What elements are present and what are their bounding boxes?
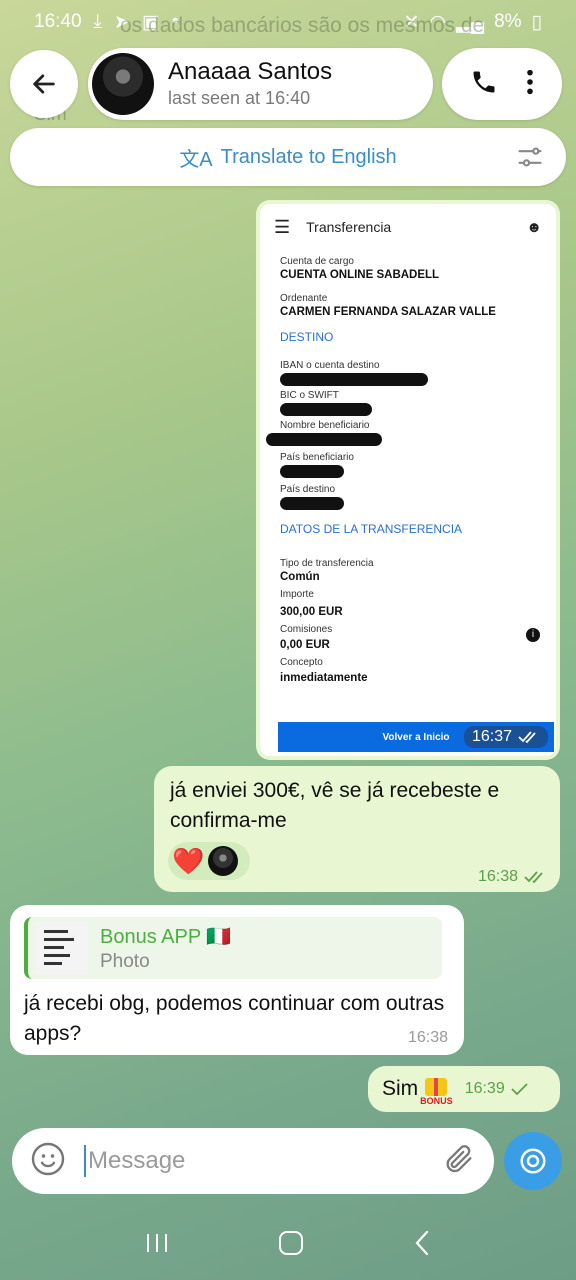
receipt-field-label: Cuenta de cargo [280, 256, 354, 267]
attach-button[interactable] [442, 1142, 476, 1181]
message-timestamp: 16:39 [465, 1080, 529, 1098]
photo-message[interactable]: ☰ Transferencia ☻ Cuenta de cargo CUENTA… [256, 200, 560, 760]
incoming-message[interactable]: Bonus APP 🇮🇹 Photo já recebi obg, podemo… [10, 905, 464, 1055]
outgoing-message[interactable]: Sim BONUS 16:39 [368, 1066, 560, 1112]
receipt-field-label: Tipo de transferencia [280, 558, 374, 569]
receipt-field-value: Común [280, 571, 320, 583]
home-icon [278, 1230, 303, 1255]
header-actions [442, 48, 562, 120]
message-text: Sim [382, 1077, 419, 1100]
redaction-scribble [280, 497, 344, 510]
download-icon: ⤓ [93, 11, 102, 32]
message-text: já enviei 300€, vê se já recebeste e con… [170, 779, 500, 832]
back-chevron-icon [415, 1230, 429, 1255]
message-time-text: 16:38 [477, 868, 518, 885]
message-timestamp: 16:37 [463, 726, 548, 748]
receipt-title: Transferencia [306, 219, 392, 235]
message-timestamp: 16:38 [407, 1029, 448, 1046]
profile-icon: ☻ [526, 218, 542, 236]
receipt-field-label: Nombre beneficiario [280, 420, 370, 431]
more-vertical-icon [526, 69, 533, 94]
camera-icon [520, 1148, 546, 1174]
receipt-field-label: Ordenante [280, 293, 328, 304]
menu-icon: ☰ [274, 216, 291, 237]
home-button[interactable] [277, 1229, 305, 1262]
double-check-icon [518, 731, 536, 744]
receipt-field-value: CARMEN FERNANDA SALAZAR VALLE [280, 306, 496, 318]
bonus-gift-emoji: BONUS [420, 1078, 453, 1106]
back-nav-button[interactable] [412, 1229, 432, 1262]
back-arrow-icon [33, 74, 55, 94]
reply-subtitle: Photo [100, 950, 150, 972]
receipt-field-label: Importe [280, 589, 314, 600]
datos-heading: DATOS DE LA TRANSFERENCIA [280, 522, 463, 536]
reactor-avatar [208, 846, 239, 876]
receipt-field-value: 300,00 EUR [280, 606, 343, 618]
outgoing-message[interactable]: já enviei 300€, vê se já recebeste e con… [154, 766, 560, 892]
translate-label: Translate to English [220, 145, 397, 168]
receipt-field-value: inmediatamente [280, 672, 368, 684]
reply-title: Bonus APP 🇮🇹 [100, 925, 232, 948]
translate-bar[interactable]: 文A Translate to English [10, 128, 566, 186]
redaction-scribble [280, 465, 344, 478]
photo-time-text: 16:37 [471, 728, 512, 745]
call-button[interactable] [470, 68, 498, 101]
paperclip-icon [446, 1144, 472, 1172]
reply-thumbnail [36, 922, 88, 974]
background-message-text: os dados bancários são os mesmos de [120, 14, 485, 37]
transfer-receipt-image[interactable]: ☰ Transferencia ☻ Cuenta de cargo CUENTA… [260, 204, 556, 756]
back-button[interactable] [10, 50, 78, 118]
last-seen-status: last seen at 16:40 [168, 88, 311, 108]
receipt-field-label: Comisiones [280, 624, 333, 635]
battery-icon: ▯ [531, 11, 542, 33]
emoji-icon [31, 1142, 65, 1175]
receipt-field-value: 0,00 EUR [280, 639, 330, 651]
receipt-field-label: IBAN o cuenta destino [280, 360, 380, 371]
translate-icon: 文A [179, 148, 213, 171]
message-input[interactable] [84, 1145, 424, 1177]
more-options-button[interactable] [525, 68, 535, 101]
receipt-field-label: País beneficiario [280, 452, 354, 463]
message-timestamp: 16:38 [478, 868, 548, 886]
message-text: já recebi obg, podemos continuar com out… [24, 992, 445, 1045]
recents-icon [146, 1233, 167, 1252]
camera-button[interactable] [504, 1132, 562, 1190]
single-check-icon [511, 1083, 528, 1096]
chat-header[interactable]: Anaaaa Santos last seen at 16:40 [88, 48, 433, 120]
phone-icon [473, 71, 494, 92]
battery-level: 8% [494, 11, 522, 32]
translate-settings-button[interactable] [516, 143, 544, 176]
destino-heading: DESTINO [280, 330, 334, 344]
avatar[interactable] [92, 53, 154, 115]
status-time: 16:40 [34, 11, 82, 32]
heart-reaction-icon: ❤️ [172, 845, 205, 876]
sliders-icon [518, 147, 542, 167]
message-reactions[interactable]: ❤️ [168, 842, 250, 880]
message-composer [12, 1128, 494, 1194]
receipt-field-label: Concepto [280, 657, 323, 668]
reply-quote[interactable]: Bonus APP 🇮🇹 Photo [24, 917, 442, 979]
receipt-field-label: País destino [280, 484, 336, 495]
contact-name: Anaaaa Santos [168, 58, 333, 85]
redaction-scribble [280, 403, 372, 416]
message-time-text: 16:39 [464, 1080, 505, 1097]
receipt-field-label: BIC o SWIFT [280, 390, 339, 401]
receipt-field-value: CUENTA ONLINE SABADELL [280, 269, 440, 281]
system-navigation-bar [0, 1210, 576, 1280]
bonus-label: BONUS [420, 1096, 453, 1106]
recent-apps-button[interactable] [144, 1231, 170, 1260]
redaction-scribble [266, 433, 382, 446]
emoji-button[interactable] [30, 1141, 66, 1182]
info-icon: i [526, 627, 540, 642]
redaction-scribble [280, 373, 428, 386]
double-check-icon [524, 871, 543, 884]
gift-icon [425, 1078, 448, 1096]
